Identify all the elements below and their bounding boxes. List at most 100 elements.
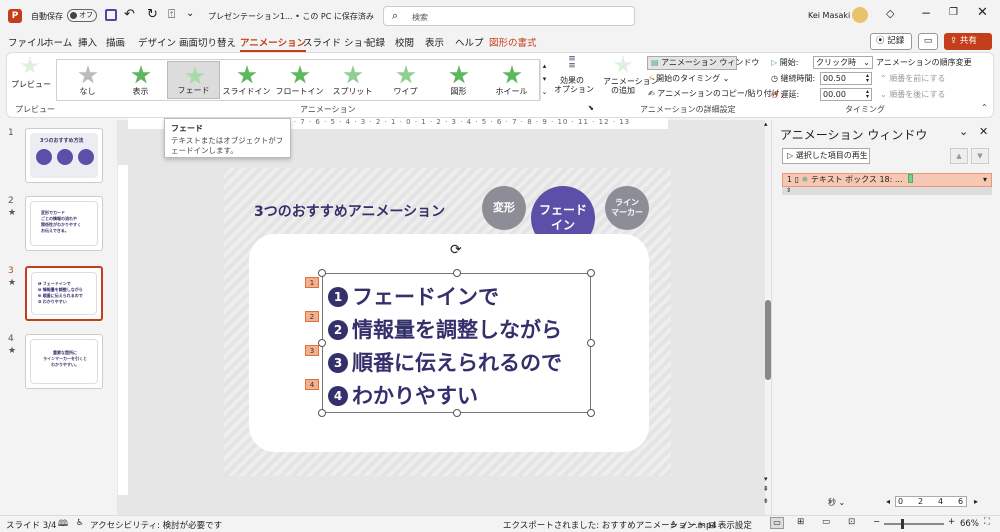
save-icon[interactable] [105,9,117,21]
pane-close-icon[interactable]: ✕ [979,125,988,138]
move-up-button[interactable]: ▲ [950,148,968,164]
move-down-button[interactable]: ▼ [971,148,989,164]
collapse-ribbon-icon[interactable]: ⌃ [981,103,988,112]
tab-design[interactable]: デザイン [138,35,176,49]
slide-sorter-icon[interactable]: ⊞ [797,517,804,527]
resize-handle[interactable] [318,339,326,347]
next-slide-icon[interactable]: ⇟ [763,497,769,505]
timeline-prev-icon[interactable]: ◂ [886,497,890,506]
accessibility-icon[interactable]: ♿ [76,518,84,528]
minimize-icon[interactable]: − [921,6,931,20]
avatar[interactable] [852,7,868,23]
tab-view[interactable]: 表示 [425,35,444,49]
duration-input[interactable]: 00.50 ▴ ▾ [820,72,872,85]
resize-handle[interactable] [587,339,595,347]
animation-fade[interactable]: フェード [167,61,220,99]
user-name[interactable]: Kei Masaki [808,11,850,20]
resize-handle[interactable] [318,269,326,277]
move-later-button[interactable]: ⌄ 順番を後にする [880,89,945,100]
tab-file[interactable]: ファイル [8,35,46,49]
restore-icon[interactable]: ❐ [949,7,958,18]
add-animation-button[interactable]: アニメーション の追加 [603,56,659,102]
animation-shape[interactable]: 図形 [432,61,485,99]
search-box[interactable]: ⌕ 検索 [383,6,635,26]
start-dropdown[interactable]: クリック時 ⌄ [813,56,873,69]
tab-home[interactable]: ホーム [44,35,72,49]
seconds-dropdown[interactable]: 秒 ⌄ [828,497,845,508]
animation-pane-button[interactable]: ▤ アニメーション ウィンドウ [647,56,759,70]
accessibility-status[interactable]: アクセシビリティ: 検討が必要です [90,519,222,531]
slide-thumbnail-active[interactable]: ❶ フェードインで ❷ 情報量を調整しながら ❸ 順番に伝えられるので ❹ わか… [25,266,103,321]
undo-icon[interactable]: ↶ [124,7,135,22]
scroll-down-icon[interactable]: ▾ [764,475,768,483]
animation-list-item[interactable]: 1 ▯ ✵ テキスト ボックス 18: ... ▾ [782,173,992,187]
tab-insert[interactable]: 挿入 [78,35,97,49]
record-button[interactable]: ⦿ 記録 [870,33,912,50]
animation-appear[interactable]: 表示 [114,61,167,99]
zoom-level[interactable]: 66% [960,519,979,529]
gallery-scroll[interactable]: ▴ ▾ ⌄ [540,60,548,100]
normal-view-icon[interactable]: ▭ [770,517,784,529]
close-icon[interactable]: ✕ [977,5,988,20]
item-dropdown-icon[interactable]: ▾ [983,174,987,186]
animation-split[interactable]: スプリット [326,61,379,99]
tab-draw[interactable]: 描画 [106,35,125,49]
slide-thumbnail[interactable]: 変形でカード ごとの情報の流れや 関係性がわかりやすく お伝えできる。 [25,196,103,251]
effect-options-button[interactable]: ≡ ≡ 効果の オプション [554,55,594,102]
autosave-toggle[interactable]: オフ [67,9,97,22]
resize-handle[interactable] [453,409,461,417]
timeline-next-icon[interactable]: ▸ [974,497,978,506]
animation-painter-button[interactable]: ✍ アニメーションのコピー/貼り付け [648,88,780,99]
rotate-handle-icon[interactable]: ⟳ [450,242,462,258]
tab-review[interactable]: 校閲 [395,35,414,49]
tab-slideshow[interactable]: スライド ショー [303,35,373,49]
tab-record[interactable]: 記録 [366,35,385,49]
resize-handle[interactable] [587,409,595,417]
animation-group-launcher-icon[interactable]: ⬊ [588,104,594,112]
delay-input[interactable]: 00.00 ▴ ▾ [820,88,872,101]
slide-thumbnail[interactable]: 3つのおすすめ方法 [25,128,103,183]
animation-order-tag[interactable]: 3 [305,345,319,356]
animation-wheel[interactable]: ホイール [485,61,538,99]
tab-transitions[interactable]: 画面切り替え [179,35,236,49]
prev-slide-icon[interactable]: ⇞ [763,485,769,493]
zoom-slider[interactable] [884,519,944,529]
tab-shape-format[interactable]: 図形の書式 [489,35,537,49]
tab-animations[interactable]: アニメーション [240,35,307,52]
zoom-slider-thumb[interactable] [901,519,904,529]
tab-help[interactable]: ヘルプ [455,35,484,49]
fade-effect-icon: ✵ [801,175,809,184]
move-earlier-button[interactable]: ⌃ 順番を前にする [880,73,945,84]
customize-qat-icon[interactable]: ⌄ [186,8,194,19]
play-selected-button[interactable]: ▷ 選択した項目の再生 [782,148,870,164]
animation-fly-in[interactable]: スライドイン [220,61,273,99]
zoom-out-icon[interactable]: − [873,517,880,527]
redo-icon[interactable]: ↻ [147,7,158,22]
animation-order-tag[interactable]: 1 [305,277,319,288]
comments-button[interactable]: ▭ [918,33,938,50]
pane-options-icon[interactable]: ⌄ [959,125,968,138]
present-icon[interactable]: ⍐ [168,7,175,22]
document-title[interactable]: プレゼンテーション1... • この PC に保存済み [208,11,374,22]
animation-order-tag[interactable]: 4 [305,379,319,390]
slide-thumbnail[interactable]: 重要な箇所に ラインマーカーを引くと わかりやすい。 [25,334,103,389]
animation-float-in[interactable]: フロートイン [273,61,326,99]
trigger-button[interactable]: ⚡ 開始のタイミング ⌄ [648,73,729,84]
display-settings-button[interactable]: ⊟ 表示設定 [708,519,752,531]
diamond-icon[interactable]: ◇ [886,7,894,20]
zoom-in-icon[interactable]: + [948,517,955,527]
resize-handle[interactable] [453,269,461,277]
slideshow-icon[interactable]: ⊡ [848,517,855,527]
fit-slide-icon[interactable]: ⛶ [984,517,990,527]
resize-handle[interactable] [587,269,595,277]
notes-button[interactable]: ≜ ノート [670,519,705,531]
resize-handle[interactable] [318,409,326,417]
animation-none[interactable]: なし [61,61,114,99]
preview-button[interactable]: プレビュー [11,57,51,101]
reading-view-icon[interactable]: ▭ [822,517,830,527]
spellcheck-icon[interactable]: 🕮 [58,518,68,532]
scroll-up-icon[interactable]: ▴ [764,120,768,128]
share-button[interactable]: ⇪ 共有 [944,33,992,50]
animation-order-tag[interactable]: 2 [305,311,319,322]
animation-wipe[interactable]: ワイプ [379,61,432,99]
